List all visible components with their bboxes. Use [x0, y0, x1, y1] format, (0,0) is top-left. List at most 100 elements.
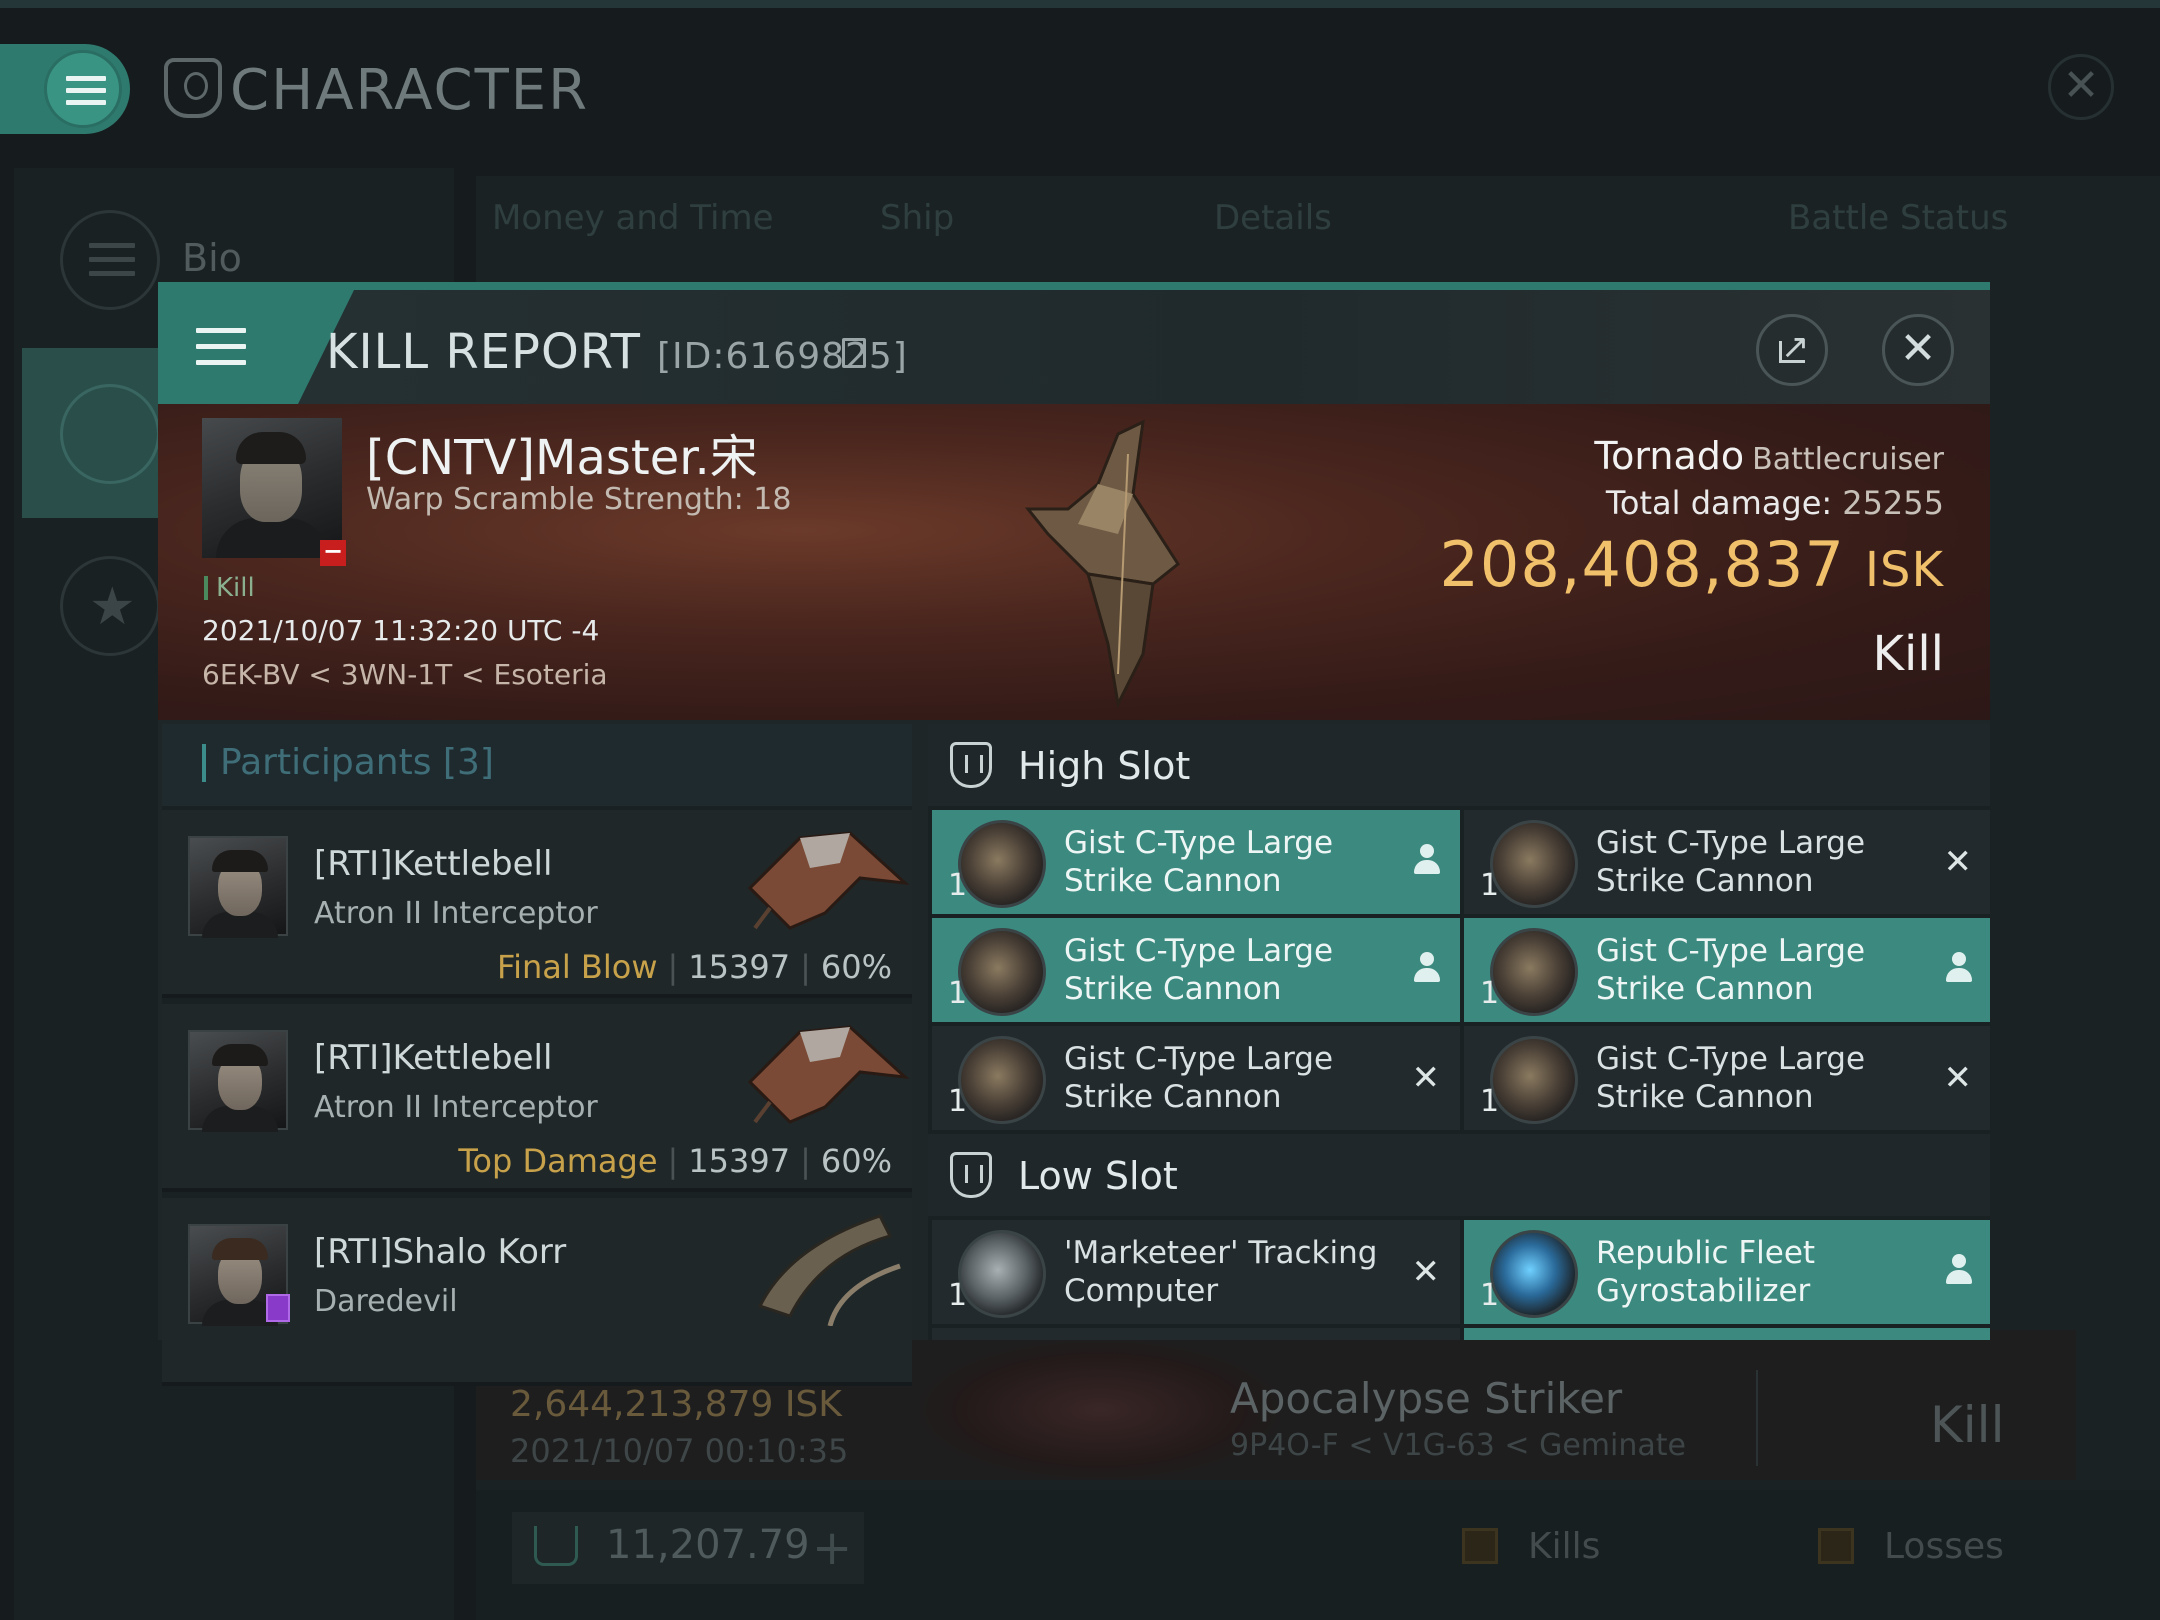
- kill-report-menu-button[interactable]: [158, 290, 298, 404]
- tab-details[interactable]: Details: [1214, 198, 1332, 238]
- high-slot-title: High Slot: [1018, 744, 1191, 788]
- low-slot-icon: [950, 1152, 992, 1198]
- losses-checkbox[interactable]: [1818, 1528, 1854, 1564]
- star-badge-icon[interactable]: ★: [60, 556, 160, 656]
- participants-panel: Participants [3] [RTI]Kettlebell Atron I…: [162, 724, 912, 1386]
- destroyed-x-icon: ✕: [1411, 1058, 1441, 1098]
- kills-checkbox[interactable]: [1462, 1528, 1498, 1564]
- dropped-person-icon: [1414, 844, 1440, 876]
- wallet-icon: [534, 1526, 578, 1566]
- module-item[interactable]: 1 Gist C-Type Large Strike Cannon ✕: [1464, 810, 1990, 914]
- close-icon[interactable]: ✕: [2048, 54, 2114, 120]
- module-qty: 1: [948, 868, 968, 903]
- participant-stats: Top Damage | 15397 | 60%: [458, 1142, 892, 1180]
- add-button[interactable]: +: [812, 1520, 852, 1576]
- tab-money-and-time[interactable]: Money and Time: [492, 198, 774, 238]
- participant-percent: 60%: [820, 1142, 892, 1180]
- participant-percent: 60%: [820, 948, 892, 986]
- menu-ring: [44, 50, 122, 128]
- participant-row[interactable]: [RTI]Kettlebell Atron II Interceptor Fin…: [162, 810, 912, 998]
- participant-avatar[interactable]: [188, 1030, 288, 1132]
- ship-name[interactable]: Tornado: [1594, 434, 1744, 478]
- participant-name: [RTI]Kettlebell: [314, 1038, 553, 1078]
- dropped-person-icon: [1946, 952, 1972, 984]
- crossed-swords-icon: [60, 384, 160, 484]
- victim-avatar[interactable]: [202, 418, 342, 558]
- cannon-icon: [1490, 820, 1578, 908]
- close-button[interactable]: ✕: [1882, 314, 1954, 386]
- kill-type-tag: Kill: [204, 575, 255, 601]
- character-icon: [164, 58, 222, 118]
- destroyed-x-icon: ✕: [1943, 1058, 1973, 1098]
- row-divider: [1756, 1370, 1758, 1466]
- kill-report-id: [ID:6169825]: [656, 336, 908, 377]
- participant-row[interactable]: [RTI]Shalo Korr Daredevil: [162, 1198, 912, 1386]
- cannon-icon: [958, 1036, 1046, 1124]
- module-item[interactable]: 1 Gist C-Type Large Strike Cannon ✕: [1464, 1026, 1990, 1130]
- tab-battle-status[interactable]: Battle Status: [1788, 198, 2008, 238]
- module-item[interactable]: 1 Gist C-Type Large Strike Cannon: [932, 918, 1460, 1022]
- module-name: 'Marketeer' Tracking Computer: [1064, 1235, 1378, 1309]
- module-name: Gist C-Type Large Strike Cannon: [1064, 825, 1334, 899]
- module-item[interactable]: 1 Republic Fleet Gyrostabilizer: [1464, 1220, 1990, 1324]
- low-slot-header: Low Slot: [928, 1134, 1990, 1216]
- participant-row[interactable]: [RTI]Kettlebell Atron II Interceptor Top…: [162, 1004, 912, 1192]
- participant-avatar[interactable]: [188, 836, 288, 938]
- cannon-icon: [1490, 1036, 1578, 1124]
- row-status: Kill: [1930, 1396, 2005, 1454]
- row-location: 9P4O-F < V1G-63 < Geminate: [1230, 1428, 1686, 1463]
- module-name: Gist C-Type Large Strike Cannon: [1064, 1041, 1334, 1115]
- sidebar-item-bio[interactable]: [60, 210, 160, 310]
- atron-ship-image: [747, 1025, 910, 1124]
- low-slot-title: Low Slot: [1018, 1154, 1178, 1198]
- module-item[interactable]: 1 Gist C-Type Large Strike Cannon: [1464, 918, 1990, 1022]
- main-menu-button[interactable]: [0, 44, 130, 134]
- kill-report-title-text: KILL REPORT: [326, 324, 641, 380]
- page-title: CHARACTER: [230, 58, 590, 123]
- minus-badge-icon: −: [320, 539, 346, 566]
- module-item[interactable]: 1 Gist C-Type Large Strike Cannon: [932, 810, 1460, 914]
- isk-amount: 208,408,837: [1439, 528, 1845, 601]
- isk-value: 208,408,837 ISK: [1439, 528, 1944, 601]
- participant-name: [RTI]Kettlebell: [314, 844, 553, 884]
- share-button[interactable]: ↗: [1756, 314, 1828, 386]
- kills-label: Kills: [1528, 1526, 1601, 1567]
- gyrostabilizer-icon: [1490, 1230, 1578, 1318]
- participant-ship: Daredevil: [314, 1284, 458, 1319]
- tracking-computer-icon: [958, 1230, 1046, 1318]
- module-item[interactable]: 1 Gist C-Type Large Strike Cannon ✕: [932, 1026, 1460, 1130]
- module-name: Gist C-Type Large Strike Cannon: [1596, 825, 1866, 899]
- row-ship-name: Apocalypse Striker: [1230, 1374, 1623, 1423]
- destroyed-x-icon: ✕: [1411, 1252, 1441, 1292]
- copy-icon[interactable]: [842, 338, 866, 368]
- faction-badge-icon: [266, 1294, 290, 1322]
- high-slot-header: High Slot: [928, 724, 1990, 806]
- cannon-icon: [958, 928, 1046, 1016]
- module-item[interactable]: 1 'Marketeer' Tracking Computer ✕: [932, 1220, 1460, 1324]
- victim-name[interactable]: [CNTV]Master.宋: [366, 418, 758, 488]
- kill-report-header: KILL REPORT [ID:6169825] ↗ ✕: [158, 290, 1990, 404]
- ship-class: Battlecruiser: [1752, 442, 1944, 477]
- module-name: Gist C-Type Large Strike Cannon: [1596, 1041, 1866, 1115]
- participant-ship: Atron II Interceptor: [314, 896, 598, 931]
- module-item-partial[interactable]: [1464, 1328, 1990, 1340]
- participants-header[interactable]: Participants [3]: [162, 724, 912, 806]
- losses-label: Losses: [1884, 1526, 2004, 1567]
- tab-ship[interactable]: Ship: [880, 198, 954, 238]
- module-item-partial[interactable]: [932, 1328, 1460, 1340]
- kill-report-window: KILL REPORT [ID:6169825] ↗ ✕ − [CNTV]Mast…: [158, 282, 1990, 1386]
- atron-ship-image: [747, 831, 910, 930]
- participant-stats: Final Blow | 15397 | 60%: [497, 948, 892, 986]
- module-qty: 1: [948, 976, 968, 1011]
- participant-damage: 15397: [688, 1142, 791, 1180]
- kill-report-title: KILL REPORT [ID:6169825]: [326, 324, 908, 380]
- arrow-icon: ↗: [1781, 327, 1810, 367]
- participant-damage: 15397: [688, 948, 791, 986]
- hamburger-icon: [196, 328, 246, 368]
- dropped-person-icon: [1946, 1254, 1972, 1286]
- tornado-ship-image: [1024, 419, 1180, 709]
- module-name: Republic Fleet Gyrostabilizer: [1596, 1235, 1816, 1309]
- kill-status: Kill: [1872, 626, 1944, 682]
- participants-title: Participants [3]: [202, 744, 494, 782]
- kill-datetime: 2021/10/07 11:32:20 UTC -4: [202, 614, 600, 647]
